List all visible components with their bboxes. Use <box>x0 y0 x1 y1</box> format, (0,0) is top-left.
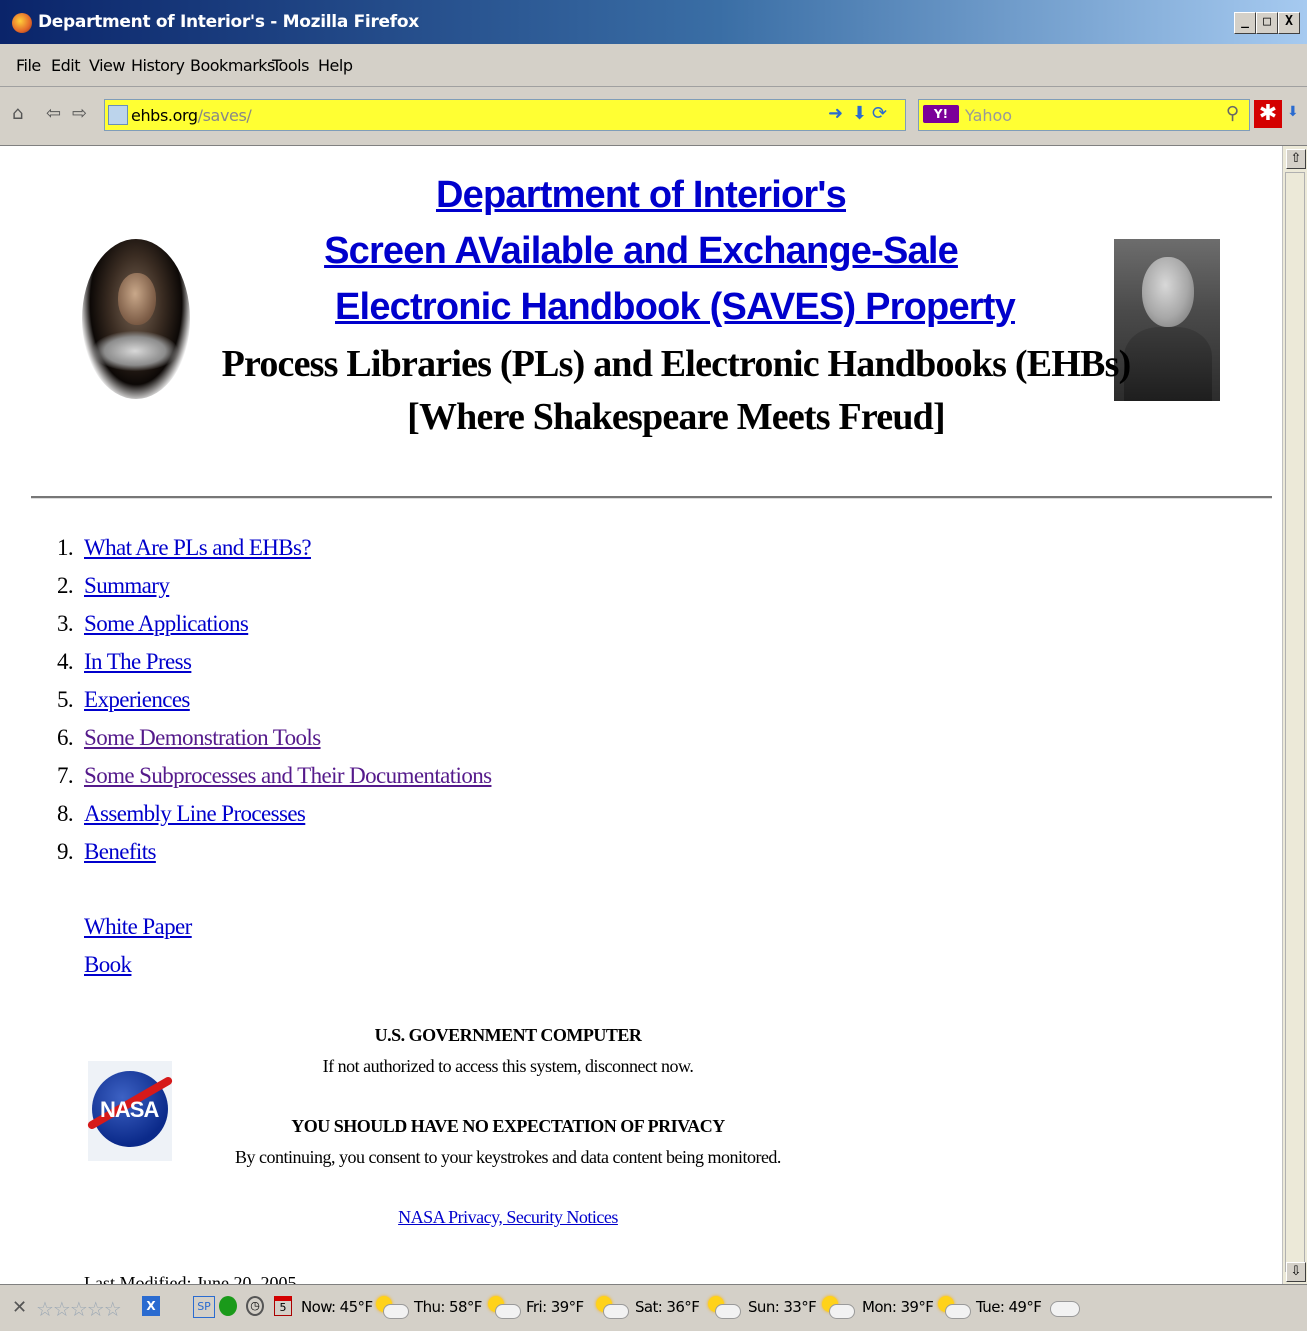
menu-bar: File Edit View History Bookmarks Tools H… <box>0 44 1307 87</box>
toc-item: 9. Benefits <box>57 839 156 864</box>
download-arrow-icon[interactable]: ⬇ <box>852 103 867 124</box>
toc-link-subprocesses[interactable]: Some Subprocesses and Their Documentatio… <box>84 763 492 788</box>
scroll-up-icon[interactable]: ⇧ <box>1286 149 1306 169</box>
partly-cloudy-icon <box>820 1295 855 1319</box>
white-paper-link[interactable]: White Paper <box>84 914 192 940</box>
vertical-scrollbar[interactable]: ⇧ ⇩ <box>1282 146 1307 1284</box>
calendar-icon[interactable]: 5 <box>274 1296 292 1316</box>
menu-help[interactable]: Help <box>318 56 353 75</box>
gov-notice-line1: If not authorized to access this system,… <box>322 1056 694 1076</box>
go-icon[interactable]: ➜ <box>828 103 843 124</box>
gov-notice-title2: YOU SHOULD HAVE NO EXPECTATION OF PRIVAC… <box>291 1116 725 1136</box>
firefox-icon <box>12 13 32 33</box>
window-title-bar[interactable]: Department of Interior's - Mozilla Firef… <box>0 0 1307 44</box>
yahoo-engine-icon[interactable]: Y! <box>923 105 959 123</box>
toc-link-assembly-line[interactable]: Assembly Line Processes <box>84 801 306 826</box>
last-modified-text: Last Modified: June 20, 2005 <box>84 1273 297 1284</box>
cloud-icon <box>1046 1295 1080 1319</box>
weather-sat[interactable]: Sat: 36°F <box>635 1298 700 1316</box>
book-link[interactable]: Book <box>84 952 132 978</box>
toc-link-experiences[interactable]: Experiences <box>84 687 190 712</box>
heading-subtitle: Process Libraries (PLs) and Electronic H… <box>221 343 1132 385</box>
site-identity-icon[interactable] <box>108 105 128 125</box>
toc-item: 1. What Are PLs and EHBs? <box>57 535 312 560</box>
addon-star-icon[interactable]: ✱ <box>1254 100 1282 128</box>
forward-icon[interactable]: ⇨ <box>72 103 87 124</box>
privacy-notice: NASA Privacy, Security Notices <box>0 1207 1016 1228</box>
weather-fri[interactable]: Fri: 39°F <box>526 1298 584 1316</box>
weather-now[interactable]: Now: 45°F <box>301 1298 373 1316</box>
partly-cloudy-icon <box>374 1295 409 1319</box>
menu-history[interactable]: History <box>131 56 185 75</box>
search-box[interactable]: Y! Yahoo ⚲ <box>918 99 1250 131</box>
heading-tagline: [Where Shakespeare Meets Freud] <box>407 396 946 438</box>
reload-icon[interactable]: ⟳ <box>872 103 887 124</box>
gov-notice-line2: By continuing, you consent to your keyst… <box>235 1147 781 1167</box>
menu-tools[interactable]: Tools <box>272 56 309 75</box>
toc-link-in-the-press[interactable]: In The Press <box>84 649 192 674</box>
sp-icon[interactable]: SP <box>193 1296 215 1318</box>
menu-bookmarks[interactable]: Bookmarks <box>190 56 275 75</box>
scroll-down-icon[interactable]: ⇩ <box>1286 1262 1306 1282</box>
partly-cloudy-icon <box>706 1295 741 1319</box>
search-placeholder: Yahoo <box>965 106 1013 125</box>
maximize-button[interactable]: □ <box>1256 12 1278 34</box>
scrollbar-thumb[interactable] <box>1285 172 1305 1272</box>
toc-item: 4. In The Press <box>57 649 192 674</box>
weather-sun[interactable]: Sun: 33°F <box>748 1298 817 1316</box>
toc-link-benefits[interactable]: Benefits <box>84 839 156 864</box>
menu-edit[interactable]: Edit <box>51 56 80 75</box>
search-icon[interactable]: ⚲ <box>1226 103 1239 124</box>
minimize-button[interactable]: _ <box>1234 12 1256 34</box>
window-title: Department of Interior's - Mozilla Firef… <box>38 12 419 32</box>
back-icon[interactable]: ⇦ <box>46 103 61 124</box>
status-bar: ✕ ☆☆☆☆☆ X SP ◷ 5 Now: 45°F Thu: 58°F Fri… <box>0 1284 1307 1331</box>
horizontal-rule <box>31 496 1272 499</box>
gov-notice-title: U.S. GOVERNMENT COMPUTER <box>374 1025 642 1045</box>
weather-mon[interactable]: Mon: 39°F <box>862 1298 934 1316</box>
toc-item: 2. Summary <box>57 573 170 598</box>
heading-link-1[interactable]: Department of Interior's <box>0 174 1282 217</box>
toc-item: 8. Assembly Line Processes <box>57 801 306 826</box>
xmarks-icon[interactable]: X <box>142 1296 160 1316</box>
toc-item: 6. Some Demonstration Tools <box>57 725 321 750</box>
rating-stars-icon[interactable]: ☆☆☆☆☆ <box>36 1297 122 1321</box>
url-bar[interactable]: ehbs.org/saves/ <box>104 99 906 131</box>
partly-cloudy-icon <box>936 1295 971 1319</box>
url-text: ehbs.org/saves/ <box>131 106 252 125</box>
close-x-icon[interactable]: ✕ <box>12 1297 27 1318</box>
heading-link-2[interactable]: Screen AVailable and Exchange-Sale <box>0 230 1282 273</box>
partly-cloudy-icon <box>594 1295 629 1319</box>
menu-view[interactable]: View <box>89 56 125 75</box>
navigation-toolbar: ⌂ ⇦ ⇨ ehbs.org/saves/ ➜ ⬇ ⟳ Y! Yahoo ⚲ <box>0 87 1307 146</box>
toc-link-demonstration-tools[interactable]: Some Demonstration Tools <box>84 725 321 750</box>
heading-link-3[interactable]: Electronic Handbook (SAVES) Property <box>0 286 1282 329</box>
nasa-privacy-link[interactable]: NASA Privacy, Security Notices <box>398 1207 618 1227</box>
toc-item: 5. Experiences <box>57 687 190 712</box>
menu-file[interactable]: File <box>16 56 41 75</box>
page-content: Department of Interior's Screen AVailabl… <box>0 146 1282 1284</box>
weather-tue[interactable]: Tue: 49°F <box>976 1298 1042 1316</box>
toc-item: 7. Some Subprocesses and Their Documentat… <box>57 763 492 788</box>
green-status-icon[interactable] <box>219 1296 237 1316</box>
toc-item: 3. Some Applications <box>57 611 249 636</box>
weather-thu[interactable]: Thu: 58°F <box>414 1298 482 1316</box>
close-button[interactable]: X <box>1278 12 1300 34</box>
home-icon[interactable]: ⌂ <box>12 103 23 124</box>
partly-cloudy-icon <box>486 1295 521 1319</box>
toc-link-summary[interactable]: Summary <box>84 573 170 598</box>
toc-link-some-applications[interactable]: Some Applications <box>84 611 249 636</box>
toc-link-what-are-pls[interactable]: What Are PLs and EHBs? <box>84 535 312 560</box>
clock-icon[interactable]: ◷ <box>246 1296 264 1316</box>
chevron-down-icon[interactable]: ⬇ <box>1287 104 1299 120</box>
